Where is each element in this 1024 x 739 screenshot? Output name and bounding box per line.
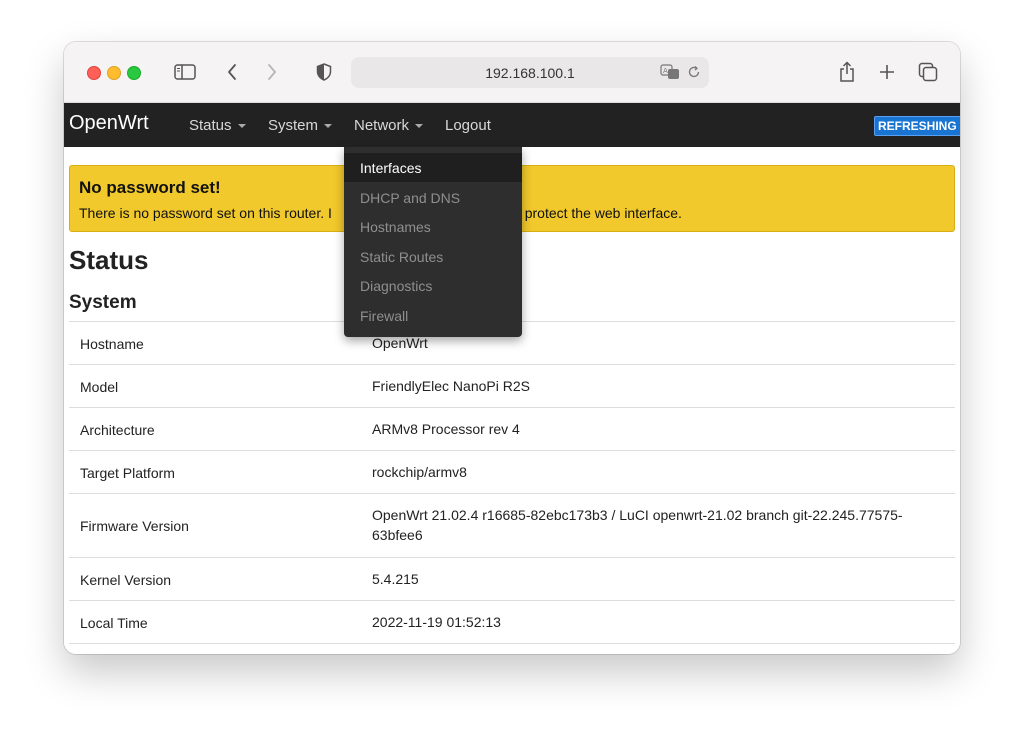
dropdown-item-static-routes[interactable]: Static Routes <box>344 242 522 271</box>
close-window-button[interactable] <box>87 66 101 80</box>
privacy-shield-icon[interactable] <box>312 60 336 84</box>
url-text: 192.168.100.1 <box>485 65 575 81</box>
row-key: Kernel Version <box>80 572 172 588</box>
refreshing-badge[interactable]: REFRESHING <box>874 116 960 136</box>
address-bar[interactable]: 192.168.100.1 A <box>351 57 709 88</box>
table-row: Target Platform rockchip/armv8 <box>69 450 955 493</box>
nav-logout[interactable]: Logout <box>445 117 491 134</box>
row-value: ARMv8 Processor rev 4 <box>372 421 520 437</box>
brand-logo[interactable]: OpenWrt <box>69 112 149 135</box>
new-tab-icon[interactable] <box>875 60 899 84</box>
browser-window: 192.168.100.1 A OpenWrt Status System Ne… <box>64 42 960 654</box>
row-value: 5.4.215 <box>372 571 419 587</box>
minimize-window-button[interactable] <box>107 66 121 80</box>
table-row: Architecture ARMv8 Processor rev 4 <box>69 407 955 450</box>
share-icon[interactable] <box>835 60 859 84</box>
table-row: Model FriendlyElec NanoPi R2S <box>69 364 955 407</box>
row-value: rockchip/armv8 <box>372 464 467 480</box>
table-row: Kernel Version 5.4.215 <box>69 557 955 600</box>
back-icon[interactable] <box>220 60 244 84</box>
sidebar-icon[interactable] <box>173 60 197 84</box>
row-key: Target Platform <box>80 465 175 481</box>
svg-text:A: A <box>663 67 668 75</box>
table-row: Firmware Version OpenWrt 21.02.4 r16685-… <box>69 493 955 557</box>
section-title: System <box>69 292 137 313</box>
dropdown-item-firewall[interactable]: Firewall <box>344 301 522 330</box>
browser-toolbar: 192.168.100.1 A <box>64 42 960 103</box>
page-title: Status <box>69 245 149 275</box>
dropdown-item-hostnames[interactable]: Hostnames <box>344 212 522 241</box>
tab-overview-icon[interactable] <box>916 60 940 84</box>
nav-network[interactable]: Network <box>354 117 424 134</box>
alert-title: No password set! <box>79 178 221 197</box>
reload-icon[interactable] <box>687 65 701 84</box>
row-key: Firmware Version <box>80 518 189 534</box>
forward-icon[interactable] <box>260 60 284 84</box>
dropdown-item-dhcp-dns[interactable]: DHCP and DNS <box>344 183 522 212</box>
row-key: Hostname <box>80 336 144 352</box>
row-value: FriendlyElec NanoPi R2S <box>372 378 530 394</box>
row-key: Local Time <box>80 615 148 631</box>
network-dropdown-menu: Interfaces DHCP and DNS Hostnames Static… <box>344 147 522 337</box>
openwrt-navbar: OpenWrt Status System Network Logout REF… <box>64 103 960 147</box>
row-key: Model <box>80 379 119 395</box>
row-value: 2022-11-19 01:52:13 <box>372 614 501 630</box>
caret-down-icon <box>324 124 333 129</box>
zoom-window-button[interactable] <box>127 66 141 80</box>
nav-system[interactable]: System <box>268 117 333 134</box>
row-value: OpenWrt 21.02.4 r16685-82ebc173b3 / LuCI… <box>372 507 903 543</box>
caret-down-icon <box>237 124 246 129</box>
translate-icon[interactable]: A <box>660 63 680 86</box>
nav-status[interactable]: Status <box>189 117 246 134</box>
row-key: Architecture <box>80 422 155 438</box>
system-table: Hostname OpenWrt Model FriendlyElec Nano… <box>69 321 955 644</box>
dropdown-item-diagnostics[interactable]: Diagnostics <box>344 271 522 300</box>
table-row: Local Time 2022-11-19 01:52:13 <box>69 600 955 644</box>
caret-down-icon <box>415 124 424 129</box>
dropdown-item-interfaces[interactable]: Interfaces <box>344 153 522 182</box>
